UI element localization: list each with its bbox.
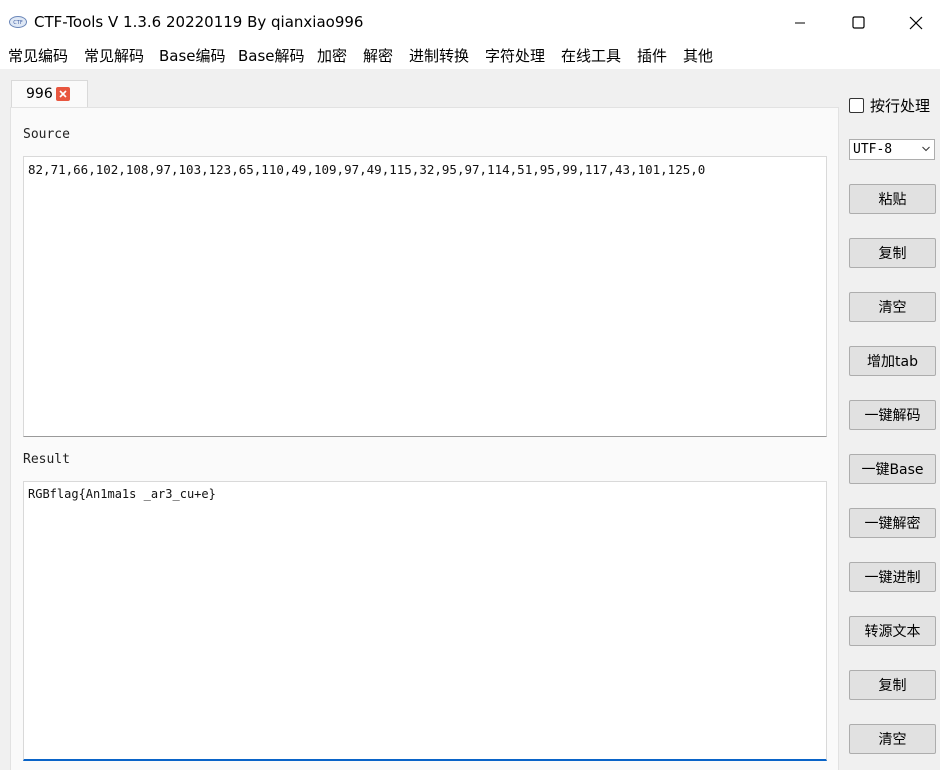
copy-source-button[interactable]: 复制 <box>849 238 936 268</box>
line-process-label: 按行处理 <box>870 96 931 115</box>
menu-common-decode[interactable]: 常见解码 <box>76 46 152 68</box>
close-icon <box>909 16 923 29</box>
one-click-decode-button[interactable]: 一键解码 <box>849 400 936 430</box>
clear-result-button[interactable]: 清空 <box>849 724 936 754</box>
encoding-select[interactable]: UTF-8 <box>849 139 935 160</box>
encoding-value: UTF-8 <box>853 142 893 157</box>
paste-button[interactable]: 粘贴 <box>849 184 936 214</box>
result-label: Result <box>23 452 70 467</box>
menu-radix-convert[interactable]: 进制转换 <box>401 46 477 68</box>
result-textarea[interactable]: RGBflag{An1ma1s _ar3_cu+e} <box>23 481 827 761</box>
minimize-button[interactable] <box>770 0 830 45</box>
maximize-icon <box>851 16 865 29</box>
clear-source-button[interactable]: 清空 <box>849 292 936 322</box>
menu-base-decode[interactable]: Base解码 <box>230 46 313 68</box>
source-textarea[interactable]: 82,71,66,102,108,97,103,123,65,110,49,10… <box>23 156 827 437</box>
tab-label: 996 <box>26 86 53 102</box>
maximize-button[interactable] <box>828 0 888 45</box>
to-source-text-button[interactable]: 转源文本 <box>849 616 936 646</box>
tab-996[interactable]: 996 <box>11 80 88 108</box>
menu-online-tools[interactable]: 在线工具 <box>553 46 629 68</box>
one-click-base-button[interactable]: 一键Base <box>849 454 936 484</box>
svg-text:CTF: CTF <box>13 20 23 26</box>
one-click-decrypt-button[interactable]: 一键解密 <box>849 508 936 538</box>
add-tab-button[interactable]: 增加tab <box>849 346 936 376</box>
close-button[interactable] <box>886 0 940 45</box>
menu-decrypt[interactable]: 解密 <box>355 46 401 68</box>
line-process-checkbox[interactable] <box>849 97 864 113</box>
title-bar: CTF CTF-Tools V 1.3.6 20220119 By qianxi… <box>0 0 940 45</box>
minimize-icon <box>795 22 805 23</box>
line-process-checkbox-row[interactable]: 按行处理 <box>849 95 930 115</box>
source-label: Source <box>23 127 70 142</box>
menu-bar: 常见编码 常见解码 Base编码 Base解码 加密 解密 进制转换 字符处理 … <box>0 45 940 69</box>
menu-other[interactable]: 其他 <box>675 46 721 68</box>
copy-result-button[interactable]: 复制 <box>849 670 936 700</box>
menu-base-encode[interactable]: Base编码 <box>151 46 234 68</box>
one-click-radix-button[interactable]: 一键进制 <box>849 562 936 592</box>
ctf-logo-icon: CTF <box>9 16 27 28</box>
menu-encrypt[interactable]: 加密 <box>309 46 355 68</box>
window-title: CTF-Tools V 1.3.6 20220119 By qianxiao99… <box>34 13 364 31</box>
menu-common-encode[interactable]: 常见编码 <box>0 46 76 68</box>
chevron-down-icon <box>922 146 930 152</box>
menu-plugins[interactable]: 插件 <box>629 46 675 68</box>
menu-string-process[interactable]: 字符处理 <box>477 46 553 68</box>
tab-close-icon[interactable] <box>56 87 70 101</box>
